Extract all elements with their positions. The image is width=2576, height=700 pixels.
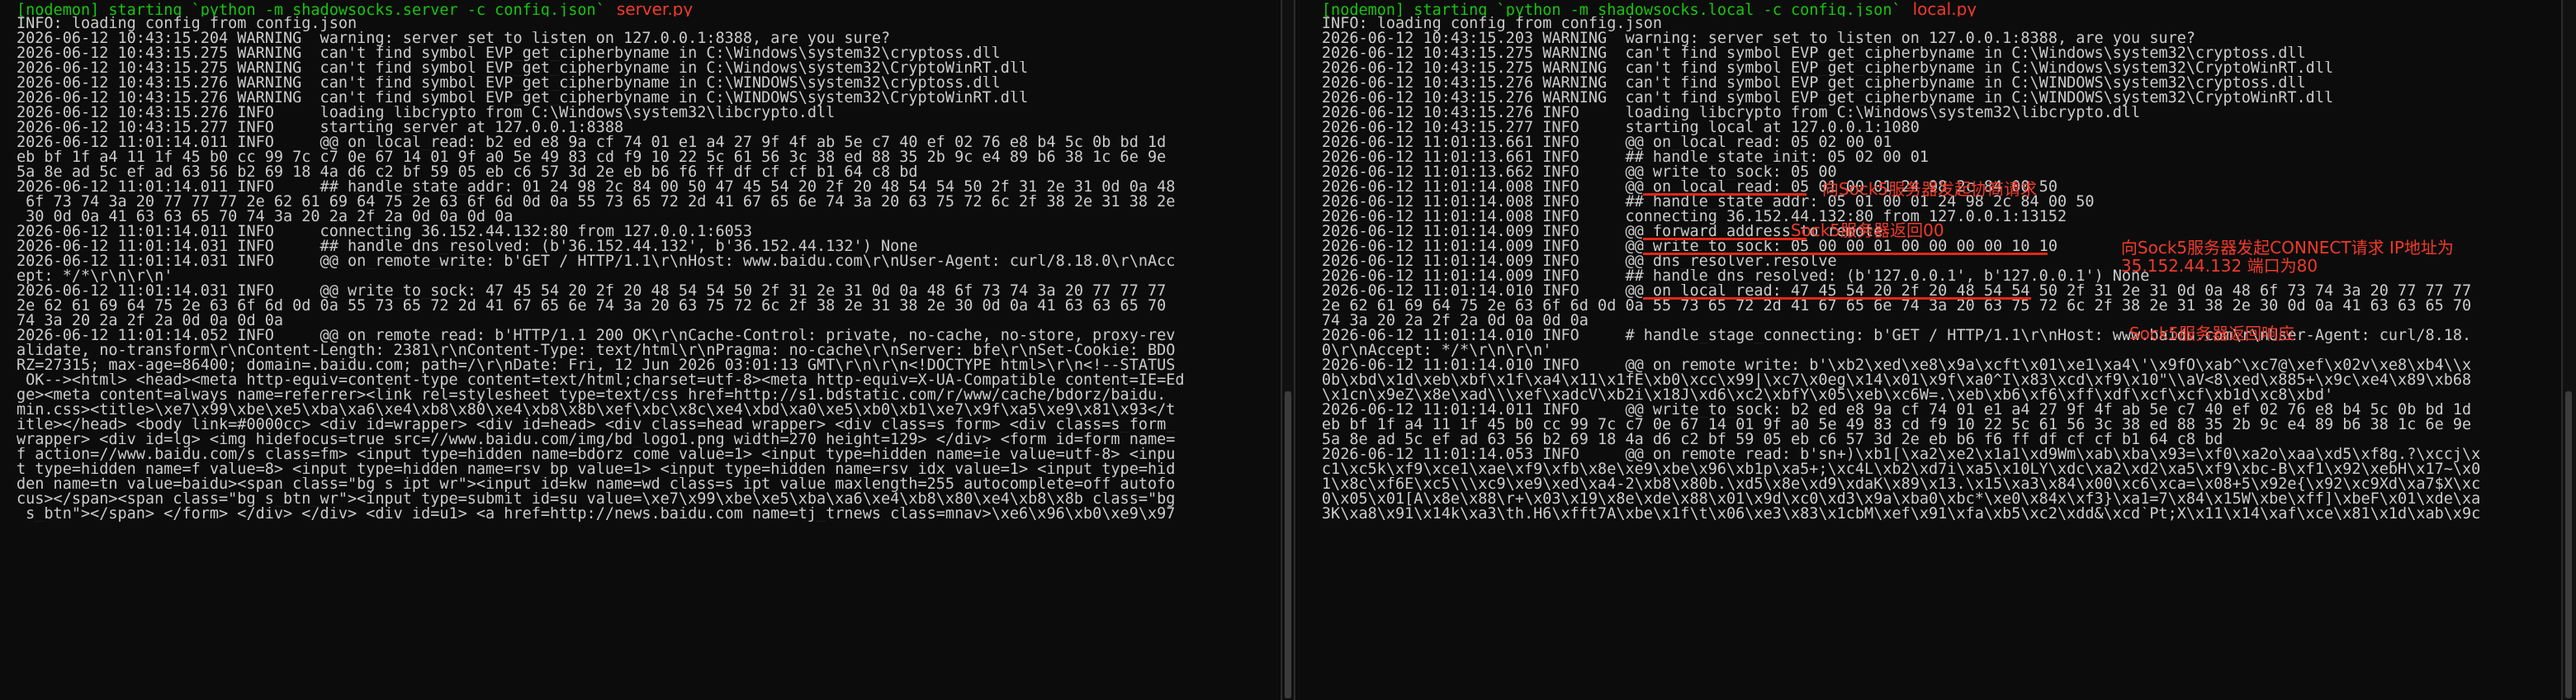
log-line: 2026-06-12 10:43:15.203 WARNING warning:… — [1321, 31, 2196, 46]
log-line: 74 3a 20 2a 2f 2a 0d 0a 0d 0a — [1321, 314, 1589, 329]
log-line: 6f 73 74 3a 20 77 77 77 2e 62 61 69 64 7… — [17, 195, 1176, 210]
log-line: 2026-06-12 11:01:14.031 INFO @@ write_to… — [17, 284, 1167, 299]
pane-divider[interactable] — [1281, 0, 1295, 700]
annotation-negotiate: 向Sock5服务器发起协商请求 — [1821, 179, 2038, 199]
log-line: 2026-06-12 10:43:15.275 WARNING can't fi… — [17, 61, 1029, 76]
log-line: alidate, no-transform\r\nContent-Length:… — [17, 343, 1176, 358]
log-line: 2026-06-12 11:01:14.031 INFO @@ on_remot… — [17, 254, 1176, 269]
log-line: 30 0d 0a 41 63 63 65 70 74 3a 20 2a 2f 2… — [17, 210, 514, 225]
log-line: c1\xc5k\xf9\xce1\xae\xf9\xfb\x8e\xe9\xbe… — [1321, 462, 2481, 477]
log-line: ept: */*\r\n\r\n' — [17, 269, 173, 284]
log-line: ge><meta content=always name=referrer><l… — [17, 388, 1167, 403]
underline-response — [1642, 297, 2031, 300]
log-line: 5a 8e ad 5c ef ad 63 56 b2 69 18 4a d6 c… — [1321, 433, 2223, 447]
log-line: 2026-06-12 11:01:14.031 INFO ## handle_d… — [17, 239, 918, 254]
server-log-output: INFO: loading config from config.json 202… — [17, 17, 1274, 522]
log-line: 2026-06-12 11:01:14.052 INFO @@ on_remot… — [17, 329, 1176, 343]
annotation-connect-line1: 向Sock5服务器发起CONNECT请求 IP地址为 — [2120, 238, 2454, 258]
log-line: 74 3a 20 2a 2f 2a 0d 0a 0d 0a — [17, 314, 284, 329]
log-line: t type=hidden name=f value=8> <input typ… — [17, 462, 1176, 477]
right-scrollbar[interactable] — [2561, 0, 2576, 700]
server-command-text: starting `python -m shadowsocks.server -… — [99, 2, 605, 17]
server-command-line: [nodemon] starting `python -m shadowsock… — [17, 2, 1274, 17]
log-line: 0\r\nAccept: */*\r\n\r\n' — [1321, 343, 1552, 358]
terminal-split-view: [nodemon] starting `python -m shadowsock… — [0, 0, 2576, 700]
log-line: 3K\xa8\x91\x14k\xa3\th.H6\xfft7A\xbe\x1f… — [1321, 507, 2481, 522]
annotation-reply00: Sock5服务器返回00 — [1790, 220, 1944, 240]
log-line: 2026-06-12 10:43:15.276 WARNING can't fi… — [1321, 76, 2306, 91]
annotation-response: Sock5服务器返回响应 — [2129, 324, 2295, 343]
log-line: eb bf 1f a4 11 1f 45 b0 cc 99 7c c7 0e 6… — [17, 150, 1167, 165]
log-line: wrapper> <div id=lg> <img hidefocus=true… — [17, 433, 1176, 447]
log-line: 2026-06-12 11:01:14.011 INFO @@ on_local… — [17, 135, 1167, 150]
log-line: 2026-06-12 11:01:14.053 INFO @@ on_remot… — [1321, 447, 2481, 462]
left-scrollbar-thumb[interactable] — [1285, 391, 1291, 698]
log-line: 0\x05\x01[A\x8e\x88\r+\x03\x19\x8e\xde\x… — [1321, 492, 2481, 507]
local-py-label: local.py — [1912, 2, 1977, 17]
log-line: 2026-06-12 11:01:13.661 INFO @@ on_local… — [1321, 135, 1892, 150]
log-line: cus></span><span class="bg s_btn_wr"><in… — [17, 492, 1176, 507]
log-line: min.css><title>\xe7\x99\xbe\xe5\xba\xa6\… — [17, 403, 1176, 418]
log-line: INFO: loading config from config.json — [17, 17, 358, 31]
log-line: 2026-06-12 10:43:15.276 INFO loading lib… — [1321, 106, 2141, 121]
log-line: itle></head> <body link=#0000cc> <div id… — [17, 418, 1176, 433]
log-line: RZ=27315; max-age=86400; domain=.baidu.c… — [17, 358, 1176, 373]
log-line: 2026-06-12 10:43:15.277 INFO starting se… — [17, 121, 624, 135]
log-line: s_btn"></span> </form> </div> </div> <di… — [17, 507, 1176, 522]
log-line: 0b\xbd\x1d\xeb\xbf\x1f\xa4\x11\x1fE\xb0\… — [1321, 373, 2472, 388]
log-line: 2026-06-12 10:43:15.275 WARNING can't fi… — [17, 46, 1001, 61]
annotation-connect-line2: 35.152.44.132 端口为80 — [2120, 256, 2318, 276]
log-line: 2026-06-12 10:43:15.276 INFO loading lib… — [17, 106, 836, 121]
local-command-text: starting `python -m shadowsocks.local -c… — [1404, 2, 1901, 17]
log-line: 2026-06-12 10:43:15.275 WARNING can't fi… — [1321, 61, 2334, 76]
log-line: 2026-06-12 11:01:14.011 INFO connecting … — [17, 225, 753, 239]
right-scrollbar-thumb[interactable] — [2565, 391, 2573, 698]
log-line: \x1cn\x9eZ\x8e\xad\\\xef\xadcV\xb2i\x18J… — [1321, 388, 2334, 403]
local-log-output: INFO: loading config from config.json 202… — [1322, 17, 2555, 522]
log-line: 2026-06-12 11:01:14.011 INFO @@ write_to… — [1321, 403, 2472, 418]
underline-connect — [1642, 253, 2048, 255]
server-terminal-pane[interactable]: [nodemon] starting `python -m shadowsock… — [0, 0, 1281, 700]
underline-reply00 — [1642, 238, 1807, 240]
local-terminal-pane[interactable]: [nodemon] starting `python -m shadowsock… — [1295, 0, 2562, 700]
log-line: 2026-06-12 10:43:15.275 WARNING can't fi… — [1321, 46, 2306, 61]
log-line: 2026-06-12 10:43:15.277 INFO starting lo… — [1321, 121, 1920, 135]
log-line: 2026-06-12 10:43:15.276 WARNING can't fi… — [17, 91, 1029, 106]
log-line: OK--><html> <head><meta http-equiv=conte… — [17, 373, 1185, 388]
nodemon-prefix: [nodemon] — [1321, 2, 1405, 17]
log-line: 2026-06-12 11:01:14.010 INFO # handle_st… — [1321, 329, 2472, 343]
log-line: den name=tn value=baidu><span class="bg … — [17, 477, 1176, 492]
log-line: INFO: loading config from config.json — [1321, 17, 1663, 31]
log-line: 2026-06-12 11:01:13.661 INFO ## handle_s… — [1321, 150, 1930, 165]
log-line: 2e 62 61 69 64 75 2e 63 6f 6d 0d 0a 55 7… — [17, 299, 1167, 314]
underline-negotiate — [1642, 193, 1807, 196]
log-line: eb bf 1f a4 11 1f 45 b0 cc 99 7c c7 0e 6… — [1321, 418, 2472, 433]
nodemon-prefix: [nodemon] — [17, 2, 100, 17]
log-line: 2026-06-12 11:01:14.010 INFO @@ on_remot… — [1321, 358, 2472, 373]
log-line: 2026-06-12 11:01:13.662 INFO @@ write_to… — [1321, 165, 1837, 180]
local-command-line: [nodemon] starting `python -m shadowsock… — [1322, 2, 2555, 17]
log-line: 2026-06-12 10:43:15.276 WARNING can't fi… — [1321, 91, 2334, 106]
log-line: 5a 8e ad 5c ef ad 63 56 b2 69 18 4a d6 c… — [17, 165, 918, 180]
log-line: 2026-06-12 11:01:14.009 INFO ## handle_d… — [1321, 269, 2150, 284]
log-line: f action=//www.baidu.com/s class=fm> <in… — [17, 447, 1176, 462]
log-line: 1\x8c\xf6E\xc5\\\xc9\xe9\xed\xa4-2\xb8\x… — [1321, 477, 2481, 492]
log-line: 2026-06-12 10:43:15.204 WARNING warning:… — [17, 31, 891, 46]
server-py-label: server.py — [616, 2, 694, 17]
log-line: 2e 62 61 69 64 75 2e 63 6f 6d 0d 0a 55 7… — [1321, 299, 2472, 314]
log-line: 2026-06-12 10:43:15.276 WARNING can't fi… — [17, 76, 1001, 91]
log-line: 2026-06-12 11:01:14.011 INFO ## handle_s… — [17, 180, 1176, 195]
